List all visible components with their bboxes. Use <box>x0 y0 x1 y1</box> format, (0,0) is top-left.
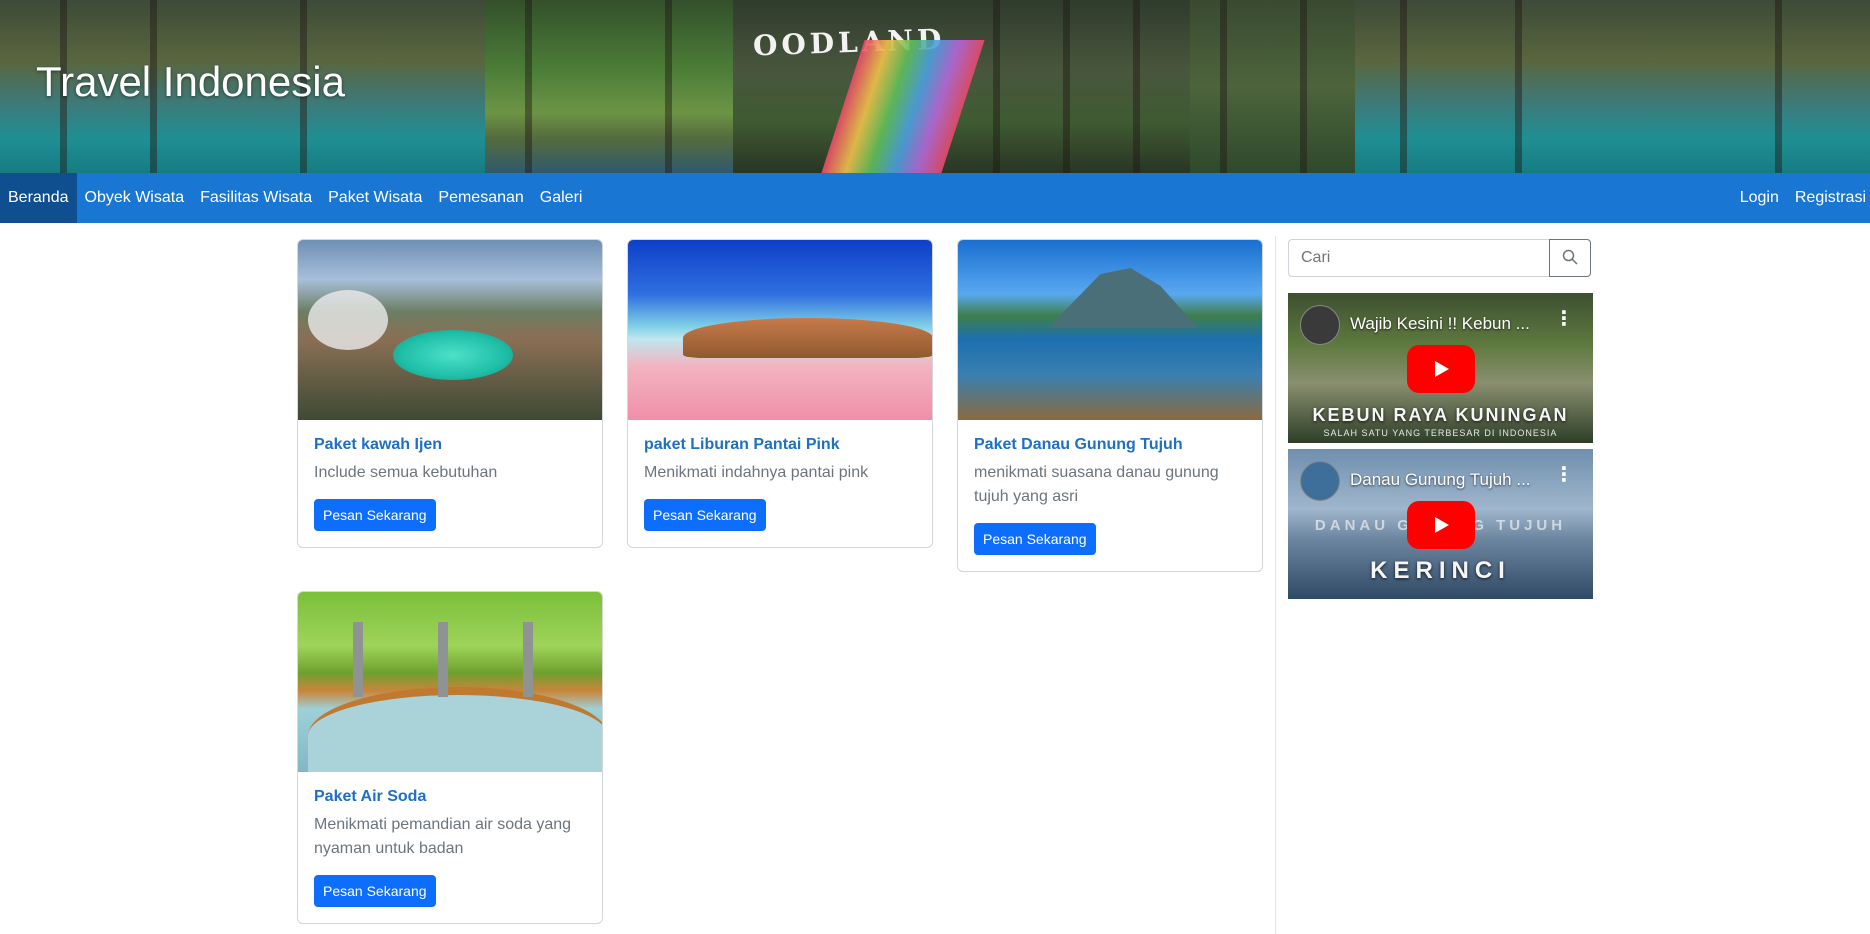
play-button-icon[interactable] <box>1407 345 1475 393</box>
search-icon <box>1562 249 1578 268</box>
banner-photo-forest <box>1190 0 1355 173</box>
card-image-air-soda <box>298 592 602 772</box>
nav-beranda[interactable]: Beranda <box>0 173 77 223</box>
video-title[interactable]: Danau Gunung Tujuh ... <box>1350 470 1531 490</box>
search-button[interactable] <box>1549 239 1591 277</box>
package-card-air-soda: Paket Air Soda Menikmati pemandian air s… <box>297 591 603 924</box>
channel-avatar[interactable] <box>1300 305 1340 345</box>
search-form <box>1288 239 1591 277</box>
nav-registrasi[interactable]: Registrasi <box>1787 173 1870 223</box>
header-banner: OODLAND Travel Indonesia <box>0 0 1870 173</box>
package-card-pantai-pink: paket Liburan Pantai Pink Menikmati inda… <box>627 239 933 548</box>
banner-photo-woodland: OODLAND <box>733 0 1190 173</box>
card-image-danau <box>958 240 1262 420</box>
card-image-ijen <box>298 240 602 420</box>
banner-photo-lake-2 <box>1355 0 1870 173</box>
order-button[interactable]: Pesan Sekarang <box>314 499 436 531</box>
card-title[interactable]: Paket Danau Gunung Tujuh <box>974 436 1246 454</box>
sidebar-divider <box>1275 236 1276 934</box>
order-button[interactable]: Pesan Sekarang <box>644 499 766 531</box>
nav-left: Beranda Obyek Wisata Fasilitas Wisata Pa… <box>0 173 590 223</box>
nav-pemesanan[interactable]: Pemesanan <box>430 173 531 223</box>
banner-photo-camp <box>485 0 733 173</box>
rainbow-path <box>821 40 985 173</box>
card-title[interactable]: paket Liburan Pantai Pink <box>644 436 916 454</box>
card-text: Menikmati indahnya pantai pink <box>644 464 869 481</box>
order-button[interactable]: Pesan Sekarang <box>974 523 1096 555</box>
card-image-pantai-pink <box>628 240 932 420</box>
package-card-danau-gunung-tujuh: Paket Danau Gunung Tujuh menikmati suasa… <box>957 239 1263 572</box>
nav-galeri[interactable]: Galeri <box>532 173 591 223</box>
channel-avatar[interactable] <box>1300 461 1340 501</box>
nav-paket-wisata[interactable]: Paket Wisata <box>320 173 430 223</box>
more-options-icon[interactable]: ⋮ <box>1554 309 1574 329</box>
video-title[interactable]: Wajib Kesini !! Kebun ... <box>1350 314 1530 334</box>
card-text: menikmati suasana danau gunung tujuh yan… <box>974 464 1219 505</box>
card-text: Include semua kebutuhan <box>314 464 498 481</box>
video-embed-kebun-raya[interactable]: Wajib Kesini !! Kebun ... ⋮ KEBUN RAYA K… <box>1288 293 1593 443</box>
video-subcaption: SALAH SATU YANG TERBESAR DI INDONESIA <box>1323 428 1558 438</box>
card-text: Menikmati pemandian air soda yang nyaman… <box>314 816 572 857</box>
nav-login[interactable]: Login <box>1732 173 1787 223</box>
nav-fasilitas-wisata[interactable]: Fasilitas Wisata <box>192 173 320 223</box>
search-input[interactable] <box>1288 239 1550 277</box>
more-options-icon[interactable]: ⋮ <box>1554 465 1574 485</box>
order-button[interactable]: Pesan Sekarang <box>314 875 436 907</box>
package-card-ijen: Paket kawah Ijen Include semua kebutuhan… <box>297 239 603 548</box>
nav-obyek-wisata[interactable]: Obyek Wisata <box>77 173 193 223</box>
card-title[interactable]: Paket Air Soda <box>314 788 586 806</box>
site-title: Travel Indonesia <box>36 58 345 105</box>
card-title[interactable]: Paket kawah Ijen <box>314 436 586 454</box>
video-caption: KEBUN RAYA KUNINGAN <box>1312 405 1569 425</box>
play-button-icon[interactable] <box>1407 501 1475 549</box>
nav-right: Login Registrasi <box>1732 173 1870 223</box>
video-caption: KERINCI <box>1370 557 1511 584</box>
main-navbar: Beranda Obyek Wisata Fasilitas Wisata Pa… <box>0 173 1870 223</box>
video-embed-danau-gunung-tujuh[interactable]: Danau Gunung Tujuh ... ⋮ DANAU GUNUNG TU… <box>1288 449 1593 599</box>
